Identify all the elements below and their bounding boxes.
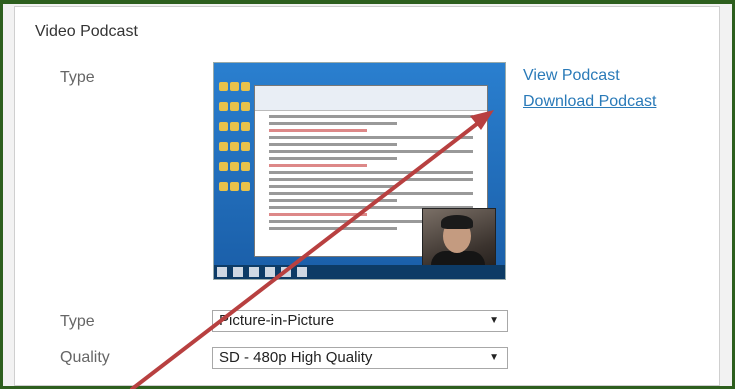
annotation-arrow-icon [130,110,494,389]
